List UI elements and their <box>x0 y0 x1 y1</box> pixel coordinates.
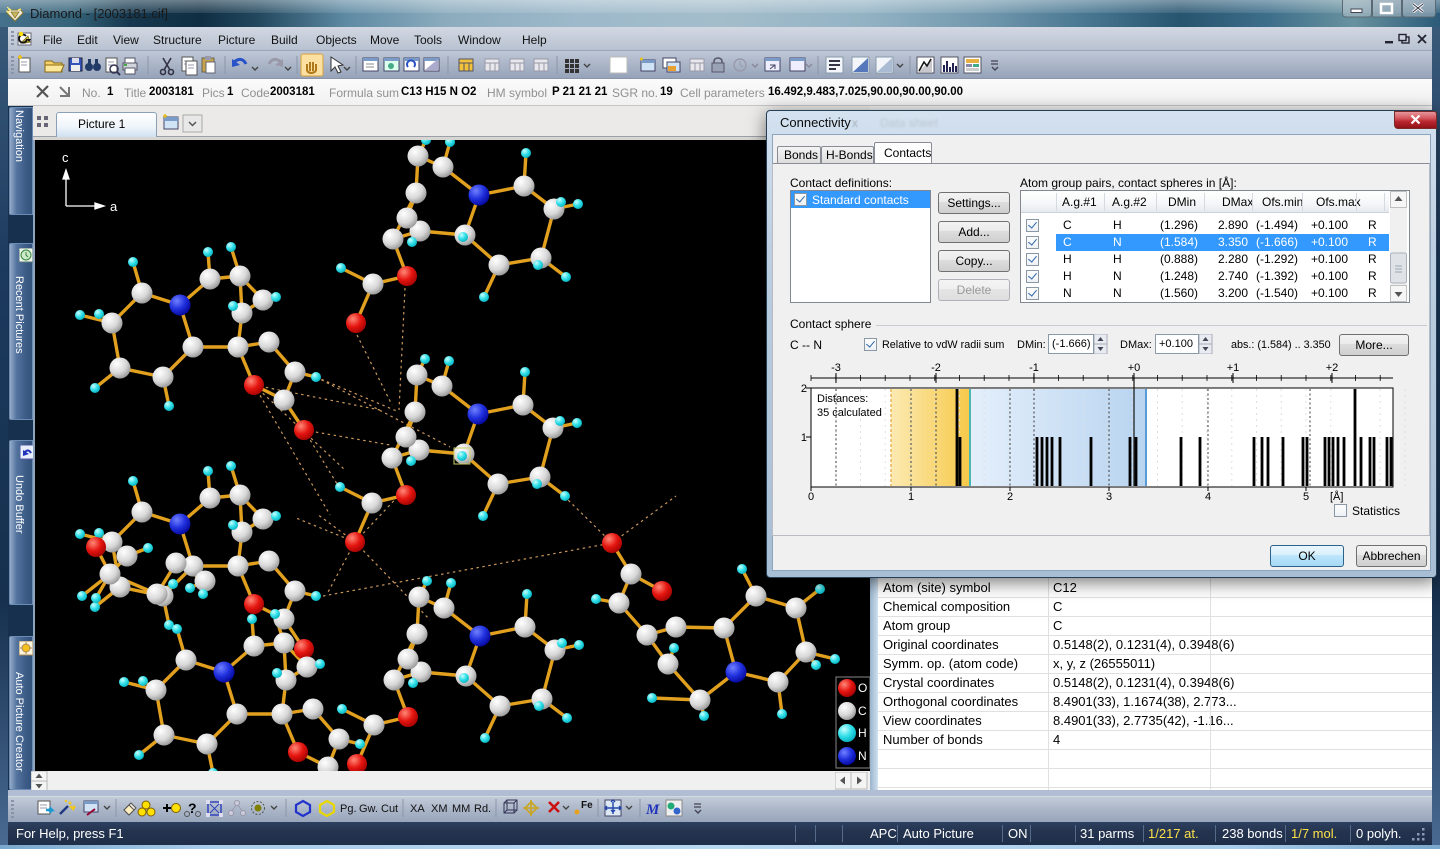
svg-text:-3: -3 <box>831 362 841 374</box>
svg-text:+0: +0 <box>1128 362 1141 374</box>
svg-text:0: 0 <box>808 491 814 503</box>
svg-text:XА: XА <box>410 803 425 815</box>
svg-text:H: H <box>858 726 867 740</box>
svg-text:Cut: Cut <box>381 803 398 815</box>
svg-text:M: M <box>645 802 660 818</box>
svg-text:1: 1 <box>908 491 914 503</box>
svg-text:-2: -2 <box>931 362 941 374</box>
svg-text:1: 1 <box>801 432 807 444</box>
svg-text:Gw.: Gw. <box>359 803 378 815</box>
svg-text:4: 4 <box>1205 491 1211 503</box>
svg-text:35 calculated: 35 calculated <box>817 407 882 419</box>
svg-text:c: c <box>62 150 69 165</box>
svg-text:3: 3 <box>1106 491 1112 503</box>
svg-text:+1: +1 <box>1227 362 1240 374</box>
svg-text:a: a <box>110 199 118 214</box>
svg-text:C: C <box>858 704 867 718</box>
svg-text:5: 5 <box>1303 491 1309 503</box>
svg-text:+2: +2 <box>1326 362 1339 374</box>
svg-text:O: O <box>858 681 867 695</box>
svg-text:2: 2 <box>801 383 807 395</box>
svg-text:N: N <box>858 749 867 763</box>
svg-text:-1: -1 <box>1029 362 1039 374</box>
svg-text:Pg.: Pg. <box>340 803 357 815</box>
svg-text:Fe: Fe <box>581 800 593 811</box>
svg-text:XМ: XМ <box>431 803 448 815</box>
svg-text:[Å]: [Å] <box>1330 490 1343 503</box>
svg-text:Distances:: Distances: <box>817 393 868 405</box>
svg-text:MМ: MМ <box>452 803 470 815</box>
svg-text:2: 2 <box>1007 491 1013 503</box>
svg-text:Rd.: Rd. <box>474 803 491 815</box>
